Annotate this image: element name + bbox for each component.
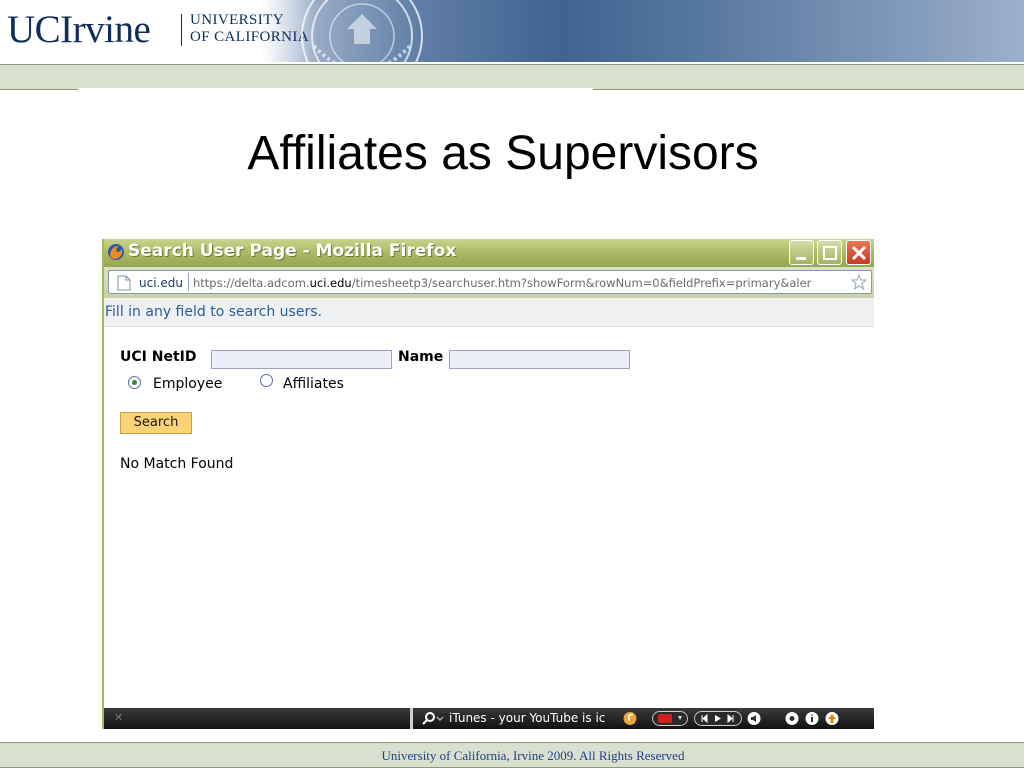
- slide-title: Affiliates as Supervisors: [247, 127, 759, 180]
- url-prefix: https://delta.adcom.: [193, 276, 310, 290]
- minimize-icon: [796, 257, 806, 260]
- name-input[interactable]: [449, 350, 630, 369]
- now-playing-text[interactable]: iTunes - your YouTube is ic: [449, 711, 612, 725]
- browser-window: Search User Page - Mozilla Firefox uci.e…: [104, 239, 874, 729]
- search-button[interactable]: Search: [120, 412, 192, 434]
- volume-icon[interactable]: [746, 711, 762, 726]
- bookmark-star-icon[interactable]: [851, 274, 867, 290]
- affiliates-label[interactable]: Affiliates: [283, 376, 344, 392]
- netid-label: UCI NetID: [120, 349, 197, 365]
- url-suffix: /timesheetp3/searchuser.htm?showForm&row…: [351, 276, 812, 290]
- slide-footer: University of California, Irvine 2009. A…: [0, 742, 1024, 768]
- taskbar-divider: [410, 708, 413, 729]
- address-bar[interactable]: uci.edu https://delta.adcom.uci.edu/time…: [108, 270, 872, 294]
- name-label: Name: [398, 349, 444, 365]
- maximize-button[interactable]: [817, 240, 842, 265]
- update-icon[interactable]: [824, 711, 840, 726]
- header-rule: [78, 88, 593, 90]
- site-identity-button[interactable]: uci.edu: [139, 276, 183, 290]
- maximize-icon: [823, 246, 837, 260]
- close-button[interactable]: [846, 240, 871, 265]
- info-icon[interactable]: [804, 711, 820, 726]
- brand-name: UCIrvine: [7, 8, 151, 51]
- netid-input[interactable]: [211, 350, 392, 369]
- window-titlebar[interactable]: Search User Page - Mozilla Firefox: [104, 239, 874, 267]
- radio-selected-dot: [132, 380, 137, 385]
- footer-text: University of California, Irvine 2009. A…: [381, 748, 685, 763]
- taskbar-close-icon[interactable]: ✕: [114, 711, 123, 724]
- firefox-icon: [108, 244, 124, 260]
- settings-icon[interactable]: [784, 711, 800, 726]
- employee-radio[interactable]: [128, 376, 141, 389]
- instruction-text: Fill in any field to search users.: [105, 304, 322, 320]
- url-text[interactable]: https://delta.adcom.uci.edu/timesheetp3/…: [193, 276, 845, 290]
- slide-header: UCIrvine UNIVERSITY OF CALIFORNIA: [0, 0, 1024, 62]
- minimize-button[interactable]: [789, 240, 814, 265]
- affiliates-radio[interactable]: [260, 374, 273, 387]
- employee-label[interactable]: Employee: [153, 376, 222, 392]
- navigation-bar: uci.edu https://delta.adcom.uci.edu/time…: [104, 267, 874, 298]
- close-icon: [851, 245, 867, 261]
- url-domain: uci.edu: [309, 276, 352, 290]
- instruction-banner: Fill in any field to search users.: [104, 298, 874, 327]
- result-message: No Match Found: [120, 456, 234, 472]
- search-icon[interactable]: [422, 711, 444, 726]
- brand-divider: [181, 14, 182, 46]
- youtube-icon[interactable]: [652, 711, 688, 726]
- taskbar: ✕ iTunes - your YouTube is ic: [104, 708, 874, 729]
- page-content: Fill in any field to search users. UCI N…: [104, 298, 874, 708]
- window-title: Search User Page - Mozilla Firefox: [128, 241, 457, 261]
- page-icon: [117, 275, 131, 291]
- itunes-icon[interactable]: [622, 711, 640, 726]
- university-seal-icon: [301, 0, 423, 62]
- header-band: [0, 64, 1024, 90]
- address-divider: [188, 273, 189, 291]
- media-controls-icon[interactable]: [694, 711, 742, 726]
